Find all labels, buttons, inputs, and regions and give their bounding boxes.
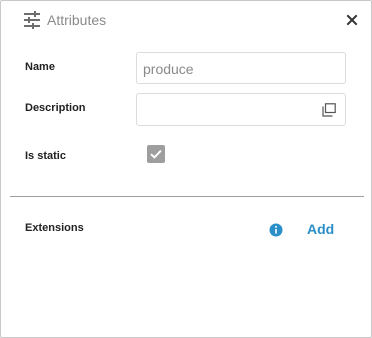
expand-editor-icon[interactable] — [322, 103, 336, 117]
is-static-label: Is static — [25, 150, 66, 162]
panel-title: Attributes — [47, 12, 107, 28]
close-icon — [345, 13, 359, 27]
tune-icon — [23, 11, 41, 29]
is-static-checkbox[interactable] — [147, 145, 165, 163]
checkmark-icon — [147, 145, 165, 163]
attributes-panel: Attributes Name Description Is — [0, 0, 372, 338]
description-field[interactable] — [141, 95, 335, 125]
info-icon[interactable] — [269, 223, 283, 237]
description-field-container — [136, 93, 346, 126]
panel-header: Attributes — [23, 10, 106, 30]
section-divider — [10, 196, 364, 197]
description-label: Description — [25, 102, 86, 114]
close-button[interactable] — [345, 13, 359, 27]
name-field-container — [136, 52, 346, 84]
extensions-label: Extensions — [25, 222, 84, 234]
add-extension-button[interactable]: Add — [307, 221, 334, 237]
name-field[interactable] — [141, 54, 335, 84]
name-label: Name — [25, 61, 55, 73]
